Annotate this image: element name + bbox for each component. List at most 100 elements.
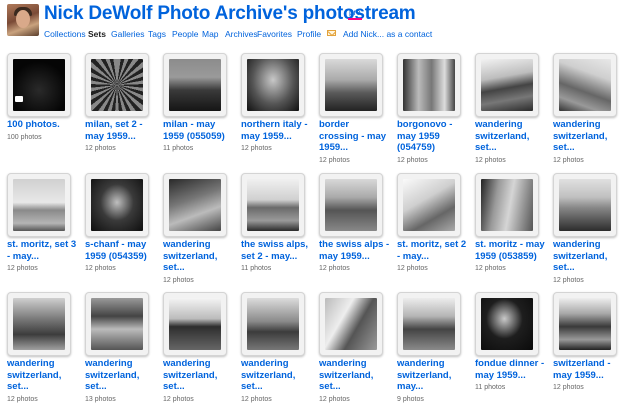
set-title-line: set... xyxy=(163,262,185,273)
set-title[interactable]: wandering switzerland, set... xyxy=(163,358,235,393)
set-title-line: may 1959... xyxy=(241,130,292,142)
set-thumbnail[interactable] xyxy=(319,53,383,117)
set-title[interactable]: wandering switzerland, set... xyxy=(241,358,313,393)
set-title-line: milan - may xyxy=(163,119,216,130)
set-thumbnail[interactable] xyxy=(85,53,149,117)
set-thumbnail-image xyxy=(481,179,533,231)
set-title-line: switzerland, xyxy=(319,369,374,381)
set-title[interactable]: 100 photos. xyxy=(7,119,79,131)
set-title-line: wandering xyxy=(475,119,523,130)
set-thumbnail[interactable] xyxy=(241,53,305,117)
set-thumbnail[interactable] xyxy=(7,53,71,117)
set-title-line: 1959... xyxy=(319,142,349,153)
set-title-line: wandering xyxy=(397,358,445,369)
set-photo-count: 12 photos xyxy=(163,276,194,284)
set-title-line: wandering xyxy=(553,239,601,250)
set-thumbnail-image xyxy=(169,298,221,350)
set-thumbnail[interactable] xyxy=(475,53,539,117)
set-title[interactable]: wandering switzerland, set... xyxy=(553,119,620,154)
set-thumbnail-image xyxy=(559,298,611,350)
set-title-line: set... xyxy=(7,381,29,392)
set-thumbnail-image xyxy=(559,59,611,111)
set-title[interactable]: s-chanf - may 1959 (054359) xyxy=(85,239,157,262)
set-title[interactable]: milan, set 2 - may 1959... xyxy=(85,119,157,142)
set-photo-count: 12 photos xyxy=(163,395,194,403)
set-thumbnail[interactable] xyxy=(7,292,71,356)
set-title-line: northern italy - xyxy=(241,119,308,130)
set-title[interactable]: northern italy - may 1959... xyxy=(241,119,313,142)
set-thumbnail[interactable] xyxy=(397,173,461,237)
set-title[interactable]: wandering switzerland, set... xyxy=(553,239,620,274)
set-title-line: 100 photos. xyxy=(7,119,60,130)
set-thumbnail[interactable] xyxy=(85,173,149,237)
set-title-line: switzerland, xyxy=(7,369,62,381)
set-thumbnail-image xyxy=(403,179,455,231)
set-thumbnail[interactable] xyxy=(475,173,539,237)
set-title[interactable]: the swiss alps - may 1959... xyxy=(319,239,391,262)
set-photo-count: 12 photos xyxy=(319,265,350,272)
set-title-line: wandering xyxy=(553,119,601,130)
set-title-line: 1959 (055059) xyxy=(163,130,225,142)
set-title-line: 1959 (053859) xyxy=(475,250,537,262)
set-title[interactable]: st. moritz, set 3- may... xyxy=(7,239,79,262)
set-thumbnail[interactable] xyxy=(553,173,617,237)
set-title[interactable]: wandering switzerland, set... xyxy=(475,119,547,154)
set-thumbnail[interactable] xyxy=(319,292,383,356)
set-thumbnail[interactable] xyxy=(475,292,539,356)
set-title-line: s-chanf - may xyxy=(85,239,147,250)
set-thumbnail[interactable] xyxy=(7,173,71,237)
set-title[interactable]: st. moritz - may 1959 (053859) xyxy=(475,239,547,262)
set-title-line: switzerland, xyxy=(397,369,452,381)
set-title-line: set... xyxy=(319,381,341,392)
set-thumbnail[interactable] xyxy=(319,173,383,237)
set-thumbnail[interactable] xyxy=(163,292,227,356)
set-photo-count: 9 photos xyxy=(397,395,424,403)
set-thumbnail[interactable] xyxy=(397,53,461,117)
set-photo-count: 12 photos xyxy=(319,156,350,164)
set-title-line: crossing - may xyxy=(319,130,387,142)
set-photo-count: 12 photos xyxy=(475,265,506,272)
set-photo-count: 12 photos xyxy=(553,276,584,284)
set-title[interactable]: st. moritz, set 2- may... xyxy=(397,239,469,262)
set-title[interactable]: wandering switzerland, may... xyxy=(397,358,469,393)
set-title-line: set... xyxy=(553,262,575,273)
set-thumbnail[interactable] xyxy=(397,292,461,356)
set-title[interactable]: milan - may 1959 (055059) xyxy=(163,119,235,142)
set-thumbnail[interactable] xyxy=(85,292,149,356)
set-thumbnail[interactable] xyxy=(163,53,227,117)
set-photo-count: 11 photos xyxy=(241,265,272,272)
set-photo-count: 12 photos xyxy=(85,265,116,272)
set-thumbnail[interactable] xyxy=(163,173,227,237)
set-title[interactable]: fondue dinner - may 1959... xyxy=(475,358,547,381)
set-title-line: wandering xyxy=(163,239,211,250)
set-photo-count: 100 photos xyxy=(7,133,42,141)
note-icon xyxy=(15,96,23,102)
set-title[interactable]: wandering switzerland, set... xyxy=(319,358,391,393)
set-title[interactable]: border crossing - may 1959... xyxy=(319,119,391,154)
set-title[interactable]: wandering switzerland, set... xyxy=(163,239,235,274)
set-title-line: the swiss alps - xyxy=(319,239,390,250)
set-title[interactable]: wandering switzerland, set... xyxy=(85,358,157,393)
set-thumbnail[interactable] xyxy=(241,292,305,356)
set-title[interactable]: the swiss alps, set 2 - may... xyxy=(241,239,313,262)
set-title-line: switzerland, xyxy=(553,130,608,142)
set-thumbnail[interactable] xyxy=(553,53,617,117)
set-title-line: st. moritz, set 2 xyxy=(397,239,467,250)
set-title-line: fondue dinner - xyxy=(475,358,545,369)
set-thumbnail[interactable] xyxy=(241,173,305,237)
set-title-line: milan, set 2 - xyxy=(85,119,143,130)
set-title[interactable]: borgonovo - may 1959 (054759) xyxy=(397,119,469,154)
set-title-line: may... xyxy=(397,381,424,392)
set-title-line: switzerland - xyxy=(553,358,611,369)
set-thumbnail-image xyxy=(325,179,377,231)
set-title[interactable]: wandering switzerland, set... xyxy=(7,358,79,393)
set-title[interactable]: switzerland - may 1959... xyxy=(553,358,620,381)
set-thumbnail-image xyxy=(169,179,221,231)
set-photo-count: 12 photos xyxy=(7,395,38,403)
set-thumbnail[interactable] xyxy=(553,292,617,356)
set-title-line: wandering xyxy=(241,358,289,369)
set-title-line: border xyxy=(319,119,350,130)
set-title-line: - may... xyxy=(397,250,430,262)
set-thumbnail-image xyxy=(91,298,143,350)
set-thumbnail-image xyxy=(169,59,221,111)
